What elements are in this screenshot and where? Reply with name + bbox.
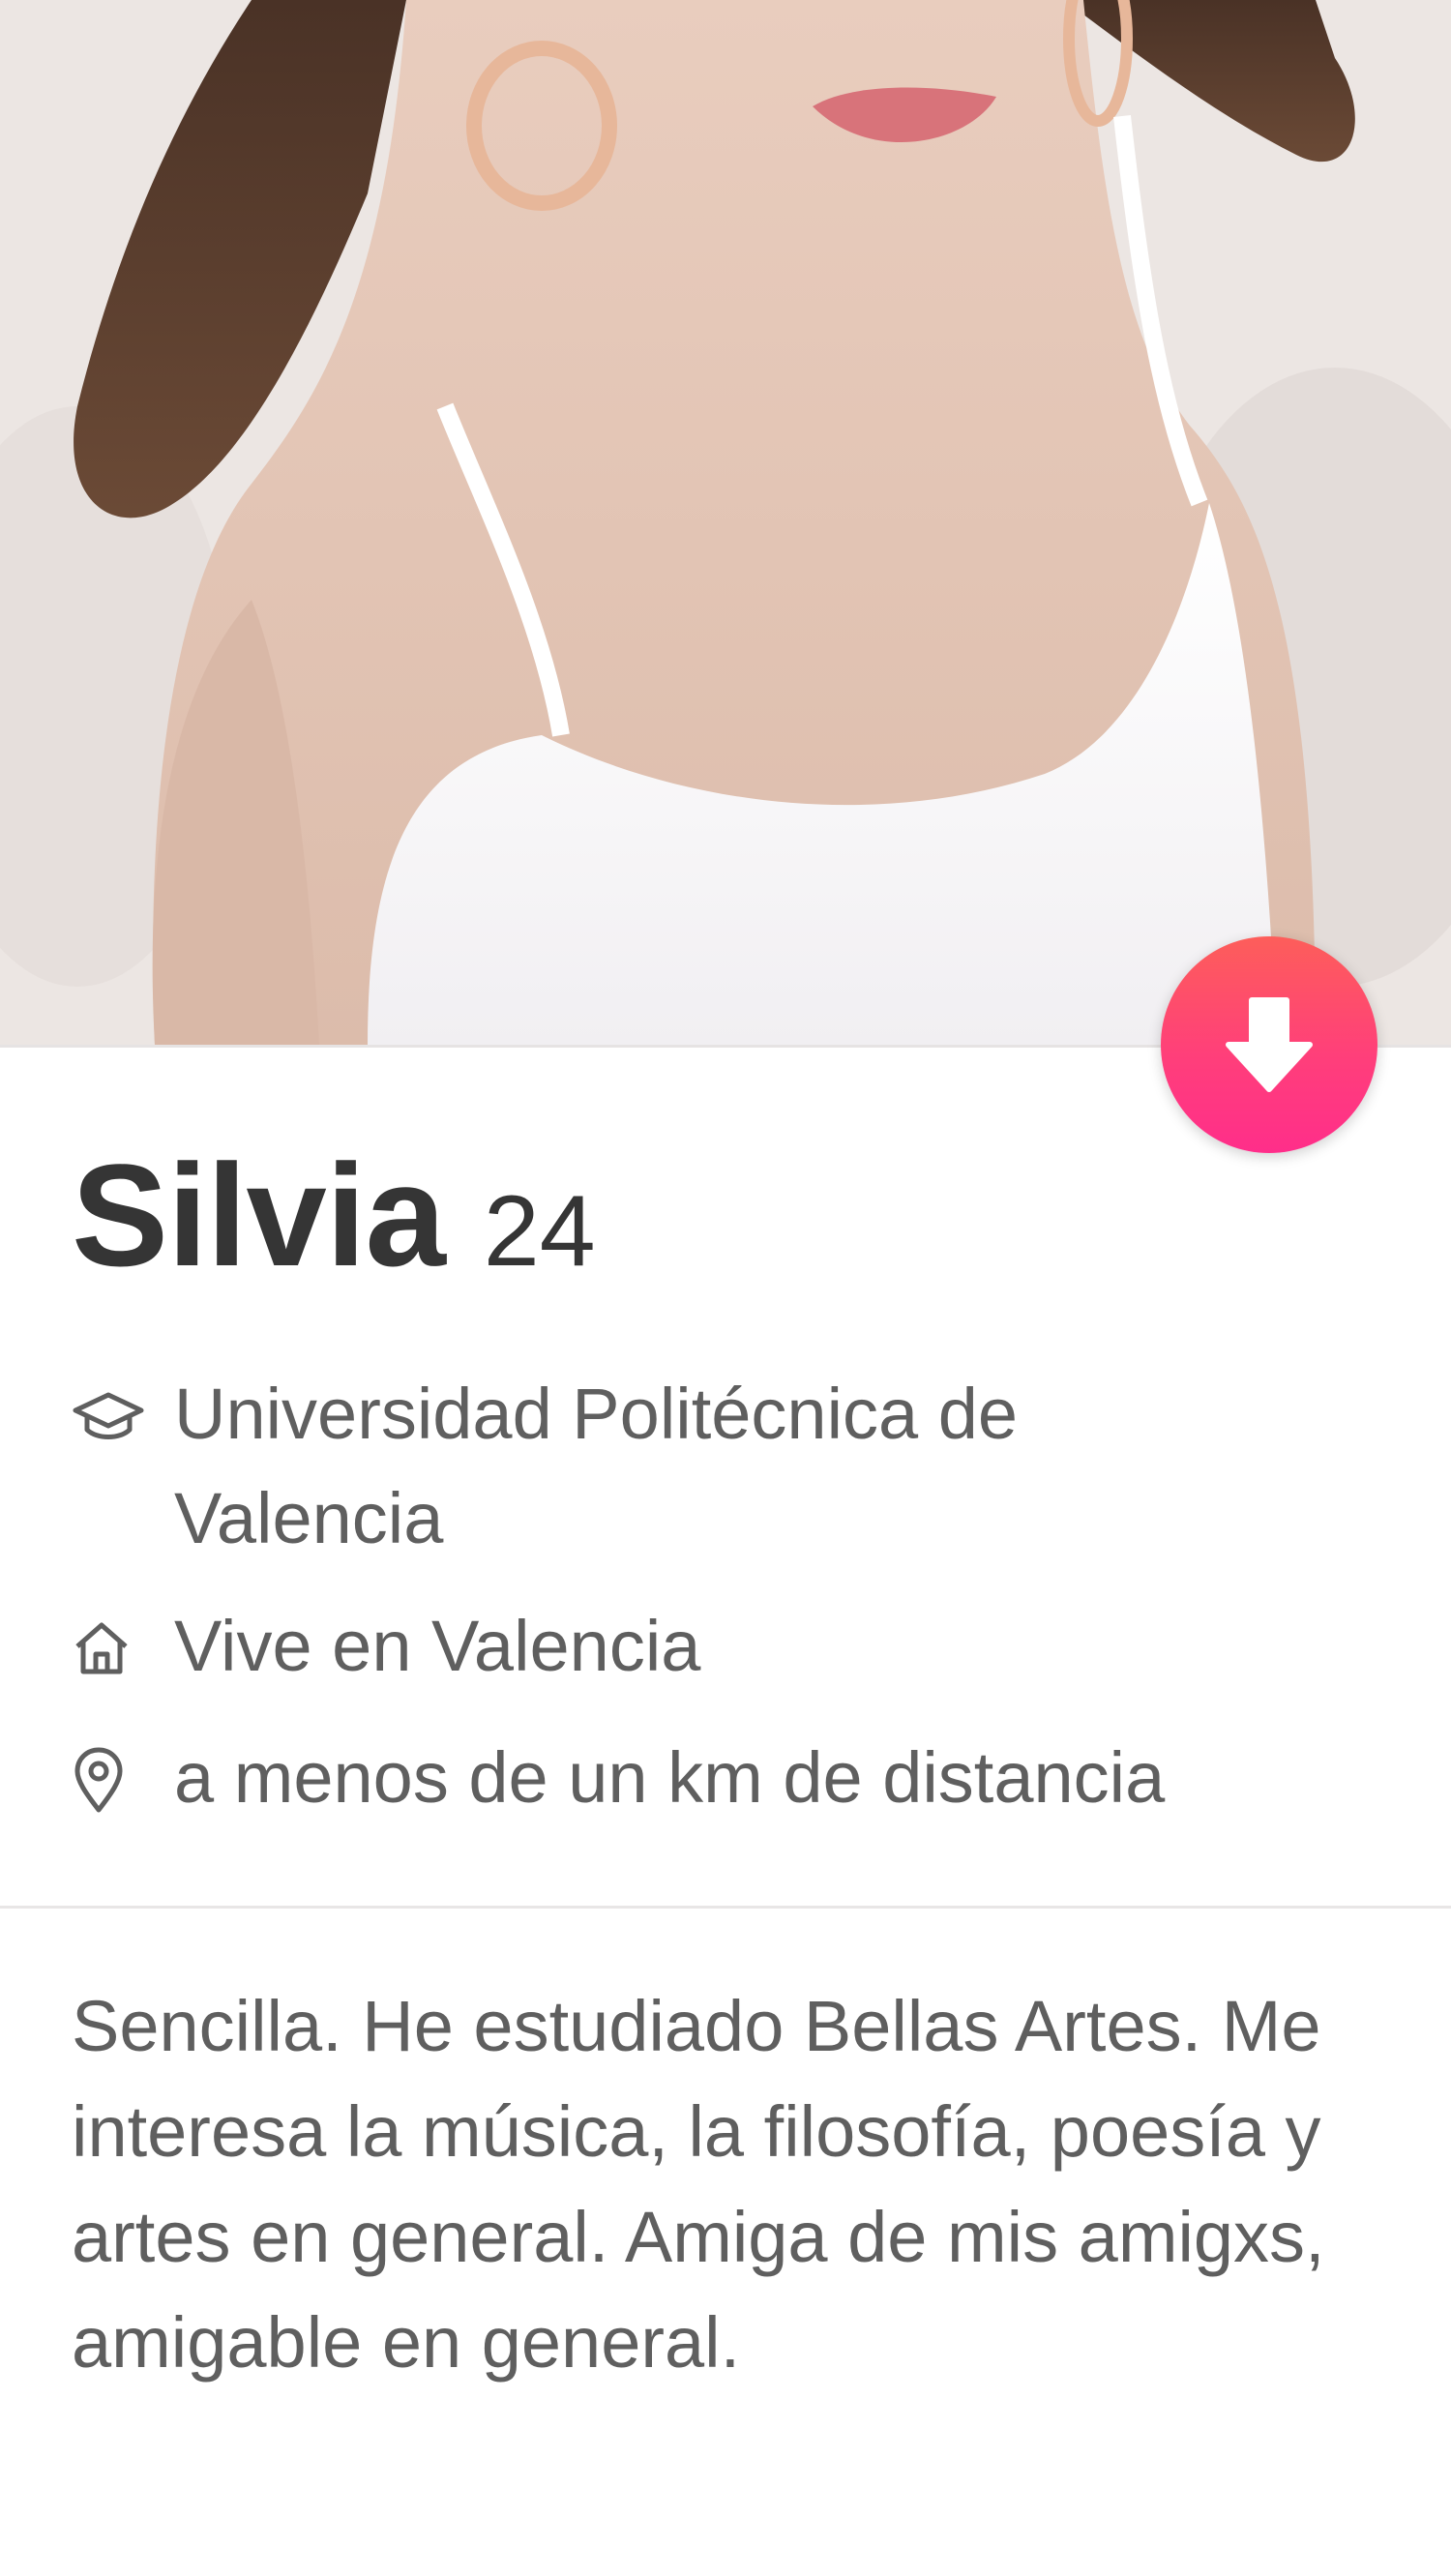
arrow-down-icon (1226, 997, 1313, 1092)
profile-page: Silvia 24 Universidad Politécnica de Val… (0, 0, 1451, 2576)
profile-bio: Sencilla. He estudiado Bellas Artes. Me … (72, 1986, 1325, 2383)
section-divider (0, 1906, 1451, 1909)
location-pin-icon (72, 1741, 149, 1819)
profile-name: Silvia (72, 1134, 446, 1296)
profile-photo[interactable] (0, 0, 1451, 1045)
collapse-profile-button[interactable] (1161, 936, 1377, 1153)
distance-text: a menos de un km de distancia (174, 1737, 1166, 1818)
school-text: Universidad Politécnica de Valencia (174, 1374, 1019, 1558)
school-row: Universidad Politécnica de Valencia (72, 1362, 1190, 1571)
graduation-cap-icon (72, 1377, 149, 1455)
home-text: Vive en Valencia (174, 1606, 701, 1686)
name-age-row: Silvia 24 (72, 1132, 596, 1299)
home-row: Vive en Valencia (72, 1594, 700, 1699)
profile-age: 24 (483, 1175, 596, 1288)
distance-row: a menos de un km de distancia (72, 1726, 1165, 1830)
home-icon (72, 1610, 149, 1687)
profile-photo-illustration (0, 0, 1451, 1045)
